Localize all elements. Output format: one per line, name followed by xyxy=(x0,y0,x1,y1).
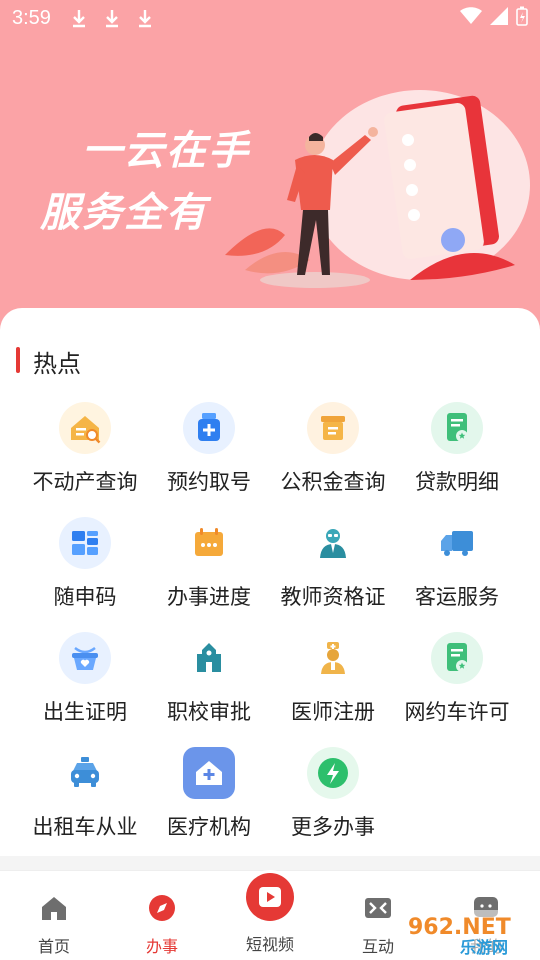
calendar-icon xyxy=(183,517,235,569)
fund-box-icon xyxy=(307,402,359,454)
service-item-more[interactable]: 更多办事 xyxy=(271,745,395,860)
tab-label: 短视频 xyxy=(245,935,294,954)
ticket-plus-icon xyxy=(183,402,235,454)
lightning-icon xyxy=(307,747,359,799)
service-label: 客运服务 xyxy=(415,585,499,609)
service-item-appointment[interactable]: 预约取号 xyxy=(147,400,271,515)
watermark-text-top: 962.NET xyxy=(408,915,511,940)
battery-icon xyxy=(516,6,528,31)
tab-label: 办事 xyxy=(145,937,178,956)
service-item-taxi-employment[interactable]: 出租车从业 xyxy=(23,745,147,860)
service-item-medical-institution[interactable]: 医疗机构 xyxy=(147,745,271,860)
service-label: 职校审批 xyxy=(167,700,251,724)
service-item-progress[interactable]: 办事进度 xyxy=(147,515,271,630)
baby-basket-icon xyxy=(59,632,111,684)
service-item-health-code[interactable]: 随申码 xyxy=(23,515,147,630)
qr-grid-icon xyxy=(59,517,111,569)
service-label: 医疗机构 xyxy=(167,815,251,839)
service-label: 出生证明 xyxy=(43,700,127,724)
service-label: 教师资格证 xyxy=(280,585,386,609)
watermark-logo: 962.NET 乐游网 xyxy=(400,910,538,957)
watermark-text-bottom: 乐游网 xyxy=(460,938,508,957)
house-search-icon xyxy=(59,402,111,454)
service-item-property-query[interactable]: 不动产查询 xyxy=(23,400,147,515)
service-label: 公积金查询 xyxy=(280,470,386,494)
compass-icon xyxy=(149,895,175,921)
service-label: 医师注册 xyxy=(291,700,375,724)
service-label: 贷款明细 xyxy=(415,470,499,494)
school-building-icon xyxy=(183,632,235,684)
wifi-icon xyxy=(460,6,482,30)
tab-services[interactable]: 办事 xyxy=(108,871,216,960)
service-item-vocational-approval[interactable]: 职校审批 xyxy=(147,630,271,745)
truck-icon xyxy=(431,517,483,569)
doctor-icon xyxy=(307,632,359,684)
service-label: 网约车许可 xyxy=(404,700,510,724)
signal-icon xyxy=(490,6,508,30)
service-item-transport[interactable]: 客运服务 xyxy=(395,515,519,630)
service-grid: 不动产查询 预约取号 公积金查询 贷款明细 随申码 办事进度 教师资格证 客运服… xyxy=(0,400,540,860)
bowtie-icon xyxy=(365,898,391,918)
service-label: 出租车从业 xyxy=(32,815,138,839)
services-card: 热点 不动产查询 预约取号 公积金查询 贷款明细 随申码 办事进度 教师资格证 … xyxy=(0,308,540,856)
service-item-physician-registration[interactable]: 医师注册 xyxy=(271,630,395,745)
service-item-loan-details[interactable]: 贷款明细 xyxy=(395,400,519,515)
service-label: 更多办事 xyxy=(291,815,375,839)
tab-label: 首页 xyxy=(37,937,70,956)
taxi-icon xyxy=(59,747,111,799)
service-label: 随申码 xyxy=(53,585,117,609)
status-time: 3:59 xyxy=(12,6,51,29)
service-label: 预约取号 xyxy=(167,470,251,494)
section-title: 热点 xyxy=(33,350,81,378)
service-item-teacher-cert[interactable]: 教师资格证 xyxy=(271,515,395,630)
document-star-icon xyxy=(431,402,483,454)
tab-label: 互动 xyxy=(361,937,394,956)
divider xyxy=(0,856,540,870)
download-icon xyxy=(104,8,120,28)
play-icon xyxy=(243,870,297,924)
service-item-fund-query[interactable]: 公积金查询 xyxy=(271,400,395,515)
home-icon xyxy=(42,897,66,920)
teacher-icon xyxy=(307,517,359,569)
tab-home[interactable]: 首页 xyxy=(0,871,108,960)
download-icon xyxy=(137,8,153,28)
service-label: 办事进度 xyxy=(167,585,251,609)
banner[interactable]: 一云在手 服务全有 xyxy=(0,0,540,330)
service-label: 不动产查询 xyxy=(32,470,138,494)
hospital-icon xyxy=(183,747,235,799)
section-accent-bar xyxy=(16,347,20,373)
service-item-birth-cert[interactable]: 出生证明 xyxy=(23,630,147,745)
service-item-ride-hailing-permit[interactable]: 网约车许可 xyxy=(395,630,519,745)
status-bar: 3:59 xyxy=(0,0,540,36)
download-icon xyxy=(71,8,87,28)
banner-slogan-line2: 服务全有 xyxy=(40,190,208,236)
tab-short-video[interactable]: 短视频 xyxy=(216,870,324,960)
banner-illustration xyxy=(225,90,530,288)
document-star-icon xyxy=(431,632,483,684)
